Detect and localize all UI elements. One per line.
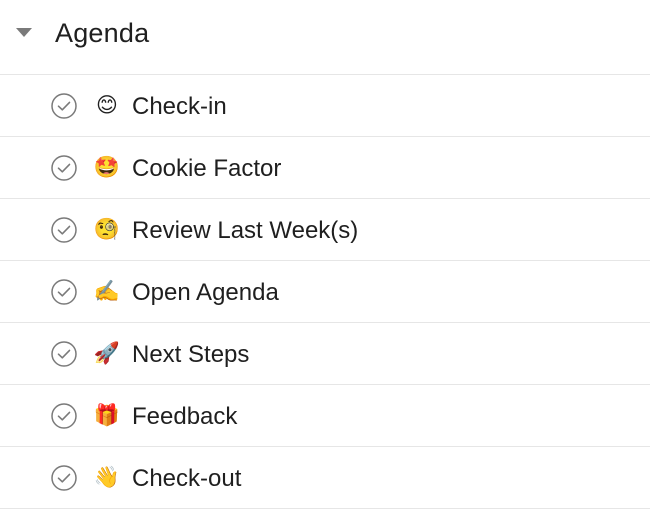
section-title: Agenda [55,18,150,48]
rocket-icon: 🚀 [93,342,121,365]
complete-checkbox-icon[interactable] [51,403,77,429]
complete-checkbox-icon[interactable] [51,155,77,181]
writing-hand-icon: ✍️ [93,280,121,303]
waving-hand-icon: 👋 [93,466,121,489]
smiling-face-icon: 😊 [96,94,118,117]
task-label[interactable]: Check-in [132,92,227,122]
task-row-next-steps[interactable]: 🚀 Next Steps [0,323,650,385]
task-row-open-agenda[interactable]: ✍️ Open Agenda [0,261,650,323]
task-list: 😊 Check-in 🤩 Cookie Factor 🧐 Review Last… [0,75,650,509]
task-row-check-out[interactable]: 👋 Check-out [0,447,650,509]
section-header-agenda[interactable]: Agenda [0,0,650,75]
caret-down-icon[interactable] [16,28,32,37]
task-label[interactable]: Cookie Factor [132,154,281,184]
complete-checkbox-icon[interactable] [51,279,77,305]
monocle-face-icon: 🧐 [93,218,121,241]
task-label[interactable]: Feedback [132,402,237,432]
task-label[interactable]: Next Steps [132,340,249,370]
complete-checkbox-icon[interactable] [51,341,77,367]
task-row-review-last-weeks[interactable]: 🧐 Review Last Week(s) [0,199,650,261]
task-row-feedback[interactable]: 🎁 Feedback [0,385,650,447]
task-label[interactable]: Review Last Week(s) [132,216,358,246]
task-label[interactable]: Check-out [132,464,241,494]
complete-checkbox-icon[interactable] [51,93,77,119]
gift-icon: 🎁 [93,404,121,427]
task-row-cookie-factor[interactable]: 🤩 Cookie Factor [0,137,650,199]
complete-checkbox-icon[interactable] [51,465,77,491]
complete-checkbox-icon[interactable] [51,217,77,243]
task-row-check-in[interactable]: 😊 Check-in [0,75,650,137]
star-struck-face-icon: 🤩 [93,156,121,179]
task-label[interactable]: Open Agenda [132,278,279,308]
